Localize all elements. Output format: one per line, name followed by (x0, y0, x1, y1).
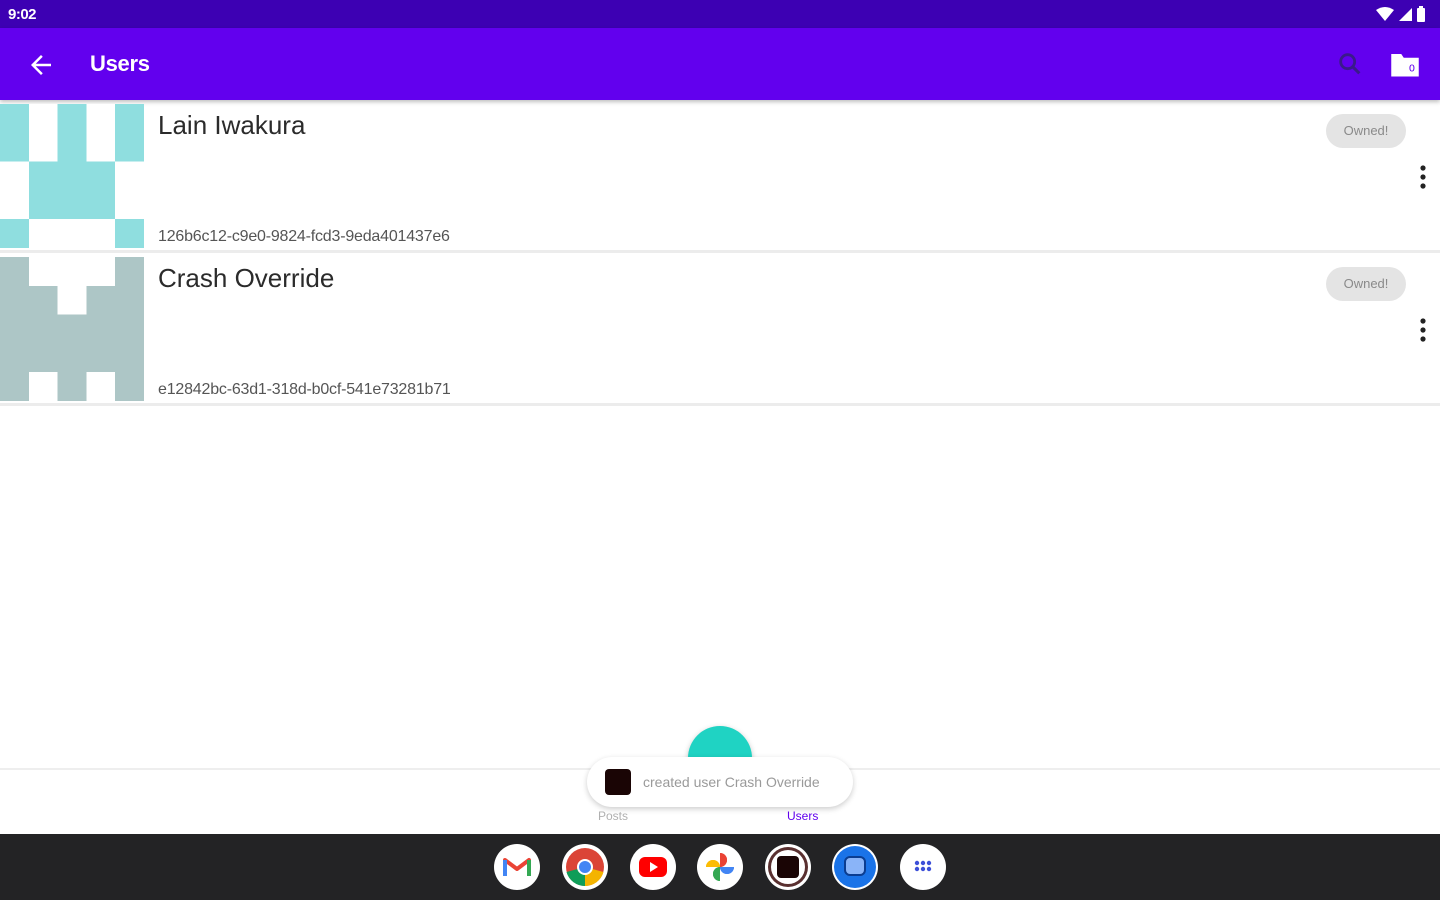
user-row[interactable]: Crash Override e12842bc-63d1-318d-b0cf-5… (0, 253, 1440, 406)
nav-item-posts[interactable]: Posts (598, 809, 628, 823)
taskbar-dock (0, 834, 1440, 900)
app-drawer-icon[interactable] (900, 844, 946, 890)
identicon-avatar (0, 257, 144, 401)
user-name: Lain Iwakura (158, 110, 306, 140)
battery-icon (1417, 6, 1425, 22)
page-title: Users (90, 51, 150, 76)
status-bar: 9:02 (0, 0, 1440, 28)
status-icons (1376, 6, 1426, 22)
status-time: 9:02 (8, 6, 37, 23)
svg-text:0: 0 (1409, 64, 1415, 75)
camera-icon[interactable] (765, 844, 811, 890)
signal-icon (1399, 7, 1412, 21)
wifi-icon (1376, 6, 1394, 21)
messages-icon[interactable] (832, 844, 878, 890)
identicon-avatar (0, 104, 144, 248)
search-icon[interactable] (1336, 50, 1364, 78)
gmail-icon[interactable] (494, 844, 540, 890)
youtube-icon[interactable] (630, 844, 676, 890)
user-list: Lain Iwakura 126b6c12-c9e0-9824-fcd3-9ed… (0, 100, 1440, 406)
snackbar: created user Crash Override (587, 757, 853, 807)
owned-chip[interactable]: Owned! (1326, 114, 1406, 148)
nav-item-users[interactable]: Users (787, 809, 818, 823)
user-id: e12842bc-63d1-318d-b0cf-541e73281b71 (158, 381, 451, 398)
app-icon (605, 769, 631, 795)
more-vert-icon[interactable] (1410, 315, 1436, 345)
more-vert-icon[interactable] (1410, 162, 1436, 192)
user-id: 126b6c12-c9e0-9824-fcd3-9eda401437e6 (158, 228, 450, 245)
chrome-icon[interactable] (562, 844, 608, 890)
user-row[interactable]: Lain Iwakura 126b6c12-c9e0-9824-fcd3-9ed… (0, 100, 1440, 253)
user-name: Crash Override (158, 263, 335, 293)
snackbar-message: created user Crash Override (643, 774, 820, 790)
folder-icon[interactable]: 0 (1390, 50, 1420, 78)
app-bar: Users 0 (0, 28, 1440, 100)
photos-icon[interactable] (697, 844, 743, 890)
arrow-back-icon[interactable] (26, 50, 56, 80)
owned-chip[interactable]: Owned! (1326, 267, 1406, 301)
